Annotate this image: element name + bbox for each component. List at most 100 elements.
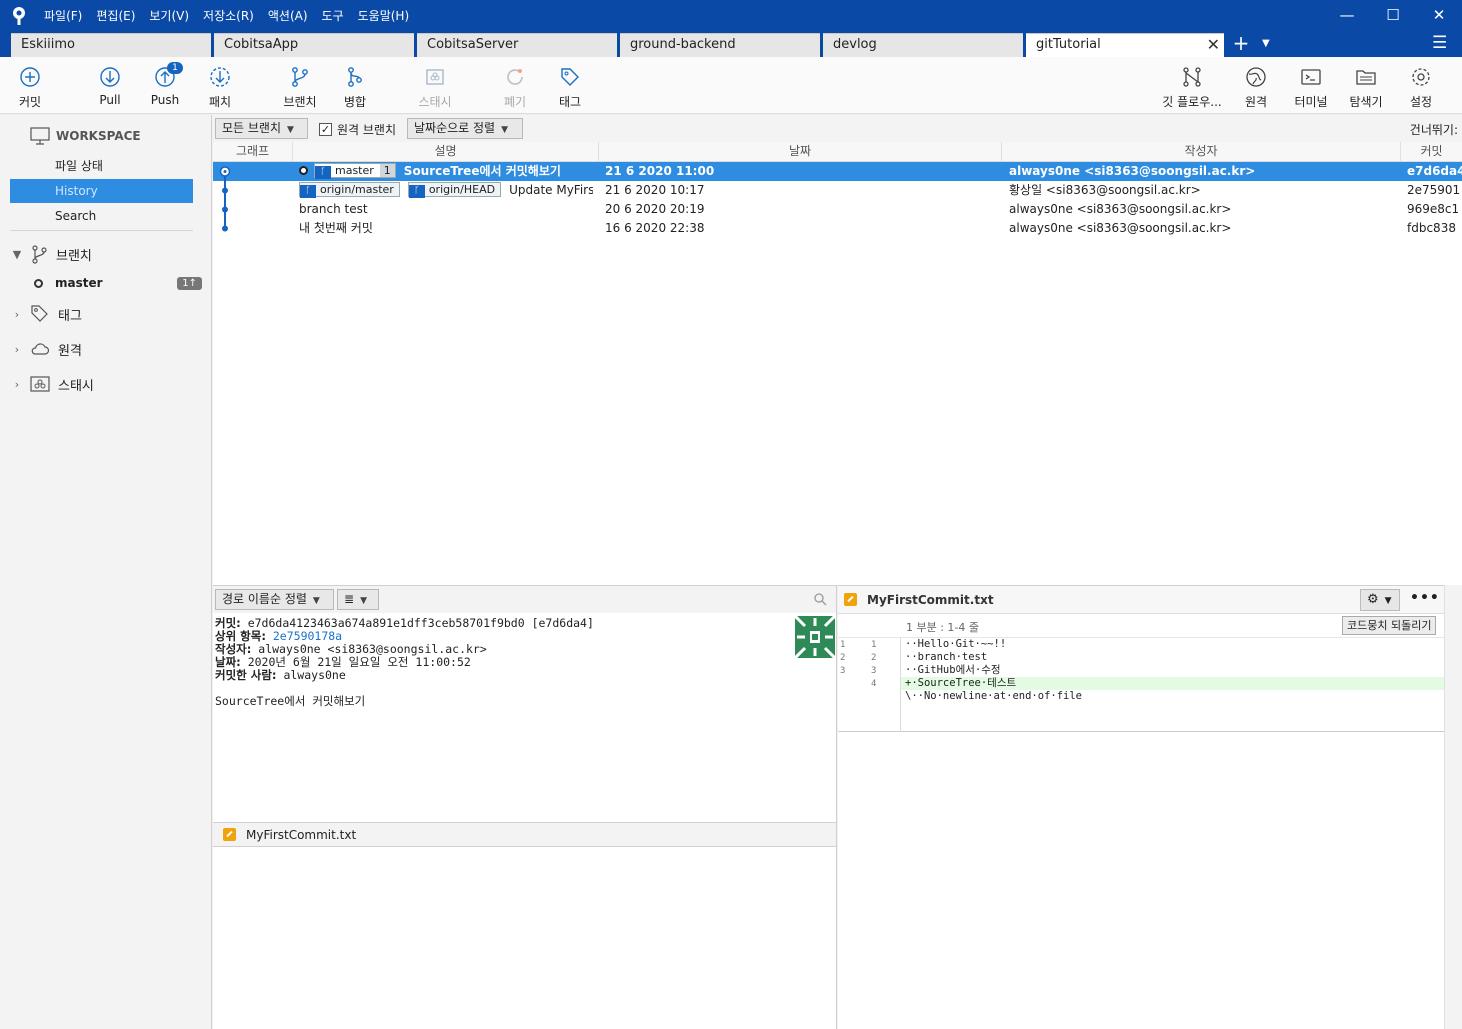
changed-file-name: MyFirstCommit.txt — [246, 827, 357, 842]
chevron-down-icon: ▼ — [312, 596, 320, 606]
jump-to-label: 건너뛰기: — [1409, 123, 1458, 137]
graph-node — [222, 206, 228, 213]
commit-date-detail: 2020년 6월 21일 일요일 오전 11:00:52 — [247, 655, 471, 669]
show-remote-checkbox[interactable]: ✓ 원격 브랜치 — [319, 121, 396, 138]
fetch-button[interactable]: 패치 — [190, 65, 250, 110]
ahead-count: 1 — [379, 164, 395, 177]
tab-ground-backend[interactable]: ground-backend — [620, 33, 820, 57]
workspace-header[interactable]: WORKSPACE — [30, 127, 141, 145]
column-description[interactable]: 설명 — [293, 142, 599, 162]
push-button[interactable]: 1 Push — [135, 62, 195, 107]
commit-details-pane: 경로 이름순 정렬 ▼ ≣ ▼ 커밋: e7d6da4123463a674a891e… — [213, 585, 837, 1029]
menu-view[interactable]: 보기(V) — [149, 7, 189, 24]
git-flow-label: 깃 플로우... — [1162, 95, 1222, 109]
column-date[interactable]: 날짜 — [599, 142, 1002, 162]
commit-row[interactable]: branch test 20 6 2020 20:19 always0ne <s… — [213, 200, 1462, 219]
column-author[interactable]: 작성자 — [1002, 142, 1401, 162]
sidebar-section-remotes[interactable]: › 원격 — [10, 337, 82, 361]
modified-file-icon — [844, 593, 857, 606]
diff-code: ··Hello·Git·~~!! ··branch·test ··GitHub에… — [901, 638, 1444, 703]
sidebar-section-stashes[interactable]: › 스태시 — [10, 372, 94, 396]
diff-options-button[interactable]: ⚙ ▼ — [1360, 589, 1400, 611]
stash-button[interactable]: 스태시 — [405, 65, 465, 110]
minimize-button[interactable]: — — [1335, 4, 1359, 26]
terminal-label: 터미널 — [1294, 95, 1328, 109]
hunk-header: 1 부분 : 1-4 줄 코드뭉치 되돌리기 — [838, 615, 1444, 638]
tab-devlog[interactable]: devlog — [823, 33, 1023, 57]
filter-bar: 모든 브랜치 ▼ ✓ 원격 브랜치 날짜순으로 정렬 ▼ 건너뛰기: — [213, 115, 1462, 142]
diff-hunk: 1 부분 : 1-4 줄 코드뭉치 되돌리기 11 22 33 4 ··Hell… — [838, 615, 1444, 732]
menu-help[interactable]: 도움말(H) — [358, 7, 410, 24]
sidebar-item-search[interactable]: Search — [10, 204, 193, 228]
pull-button[interactable]: Pull — [80, 65, 140, 107]
diff-scrollbar[interactable] — [1444, 585, 1462, 1029]
commit-date: 20 6 2020 20:19 — [605, 202, 705, 216]
branches-label: 브랜치 — [56, 248, 92, 264]
settings-button[interactable]: 설정 — [1391, 65, 1451, 110]
maximize-button[interactable]: ☐ — [1381, 4, 1405, 26]
chevron-down-icon: ▼ — [501, 125, 509, 135]
menu-edit[interactable]: 편집(E) — [96, 7, 135, 24]
hamburger-menu-icon[interactable]: ☰ — [1432, 34, 1450, 52]
tag-icon — [31, 305, 48, 322]
add-tab-icon[interactable]: + — [1230, 33, 1252, 55]
push-count-badge: 1 — [167, 62, 183, 74]
merge-label: 병합 — [343, 95, 367, 109]
diff-file-name: MyFirstCommit.txt — [867, 592, 994, 607]
remote-ref-label: ᚴ origin/master — [299, 182, 400, 198]
commit-message: SourceTree에서 커밋해보기 — [403, 164, 561, 178]
menu-actions[interactable]: 액션(A) — [268, 7, 308, 24]
merge-button[interactable]: 병합 — [325, 65, 385, 110]
terminal-button[interactable]: 터미널 — [1281, 65, 1341, 110]
menu-file[interactable]: 파일(F) — [44, 7, 82, 24]
changed-file-row[interactable]: MyFirstCommit.txt — [213, 822, 836, 847]
column-commit[interactable]: 커밋 — [1401, 142, 1462, 162]
commit-message: branch test — [299, 202, 368, 216]
branch-filter-dropdown[interactable]: 모든 브랜치 ▼ — [215, 118, 308, 139]
tag-button[interactable]: 태그 — [540, 65, 600, 110]
sort-order-dropdown[interactable]: 날짜순으로 정렬 ▼ — [407, 118, 523, 139]
branch-button[interactable]: 브랜치 — [270, 65, 330, 110]
file-sort-dropdown[interactable]: 경로 이름순 정렬 ▼ — [215, 589, 334, 610]
commit-row[interactable]: ᚴorigin/master ᚴorigin/HEAD Update MyFirst… — [213, 181, 1462, 200]
tab-cobitsaserver[interactable]: CobitsaServer — [417, 33, 617, 57]
commit-row[interactable]: 내 첫번째 커밋 16 6 2020 22:38 always0ne <si83… — [213, 219, 1462, 238]
sidebar-section-branches[interactable]: ▼ 브랜치 — [10, 242, 92, 266]
git-flow-button[interactable]: 깃 플로우... — [1162, 65, 1222, 110]
gear-icon: ⚙ — [1367, 592, 1379, 607]
commit-row[interactable]: ᚴ master 1 SourceTree에서 커밋해보기 21 6 2020 11:… — [213, 162, 1462, 181]
tab-cobitsaapp[interactable]: CobitsaApp — [214, 33, 414, 57]
sidebar-item-file-status[interactable]: 파일 상태 — [10, 154, 193, 178]
revert-hunk-button[interactable]: 코드뭉치 되돌리기 — [1342, 616, 1437, 635]
sidebar-divider — [10, 230, 193, 231]
gear-icon — [1412, 68, 1430, 86]
sidebar-section-tags[interactable]: › 태그 — [10, 302, 82, 326]
parent-commit-link[interactable]: 2e7590178a — [273, 629, 342, 643]
column-graph[interactable]: 그래프 — [213, 142, 293, 162]
menu-repository[interactable]: 저장소(R) — [203, 7, 254, 24]
commit-message: Update MyFirstCommit.txt — [509, 183, 593, 197]
explorer-button[interactable]: 탐색기 — [1336, 65, 1396, 110]
menu-tools[interactable]: 도구 — [322, 7, 344, 24]
details-toolbar: 경로 이름순 정렬 ▼ ≣ ▼ — [213, 586, 836, 613]
view-mode-dropdown[interactable]: ≣ ▼ — [337, 589, 379, 610]
stash-icon — [30, 376, 50, 392]
commit-author: always0ne <si8363@soongsil.ac.kr> — [1009, 202, 1232, 216]
tab-close-icon[interactable]: ✕ — [1207, 34, 1220, 56]
commit-description: ᚴ master 1 SourceTree에서 커밋해보기 — [299, 162, 599, 181]
branch-filter-value: 모든 브랜치 — [222, 121, 282, 135]
remote-label: 원격 — [1244, 95, 1268, 109]
commit-button[interactable]: 커밋 — [0, 65, 60, 110]
discard-button[interactable]: 폐기 — [485, 65, 545, 110]
close-window-button[interactable]: ✕ — [1427, 4, 1451, 26]
more-options-icon[interactable]: ••• — [1410, 589, 1439, 611]
tab-eskiiimo[interactable]: Eskiiimo — [11, 33, 211, 57]
remote-button[interactable]: 원격 — [1226, 65, 1286, 110]
tab-gittutorial[interactable]: gitTutorial ✕ — [1026, 33, 1224, 57]
commit-message-detail: SourceTree에서 커밋해보기 — [215, 694, 366, 708]
sidebar-branch-master[interactable]: master 1↑ — [10, 272, 202, 294]
commit-date: 21 6 2020 10:17 — [605, 183, 705, 197]
tab-list-chevron-icon[interactable]: ▼ — [1262, 35, 1276, 53]
search-icon[interactable] — [813, 592, 827, 606]
sidebar-item-history[interactable]: History — [10, 179, 193, 203]
